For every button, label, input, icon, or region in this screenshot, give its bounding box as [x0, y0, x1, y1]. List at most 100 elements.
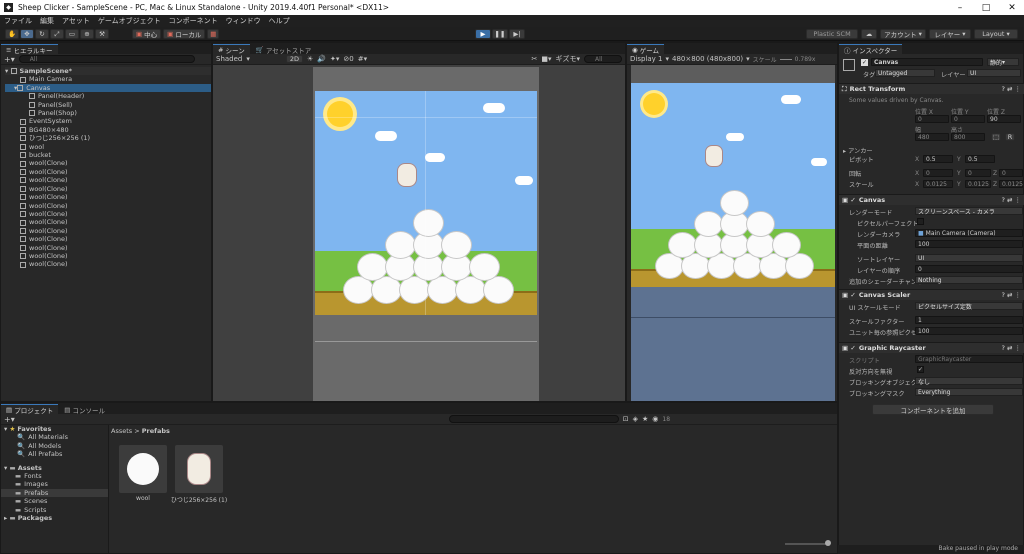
rect-transform-header[interactable]: ⛶ Rect Transform ? ⇄ ⋮	[839, 83, 1024, 94]
sc-y-field[interactable]: 0.0125	[965, 180, 991, 188]
component-menu-icon[interactable]: ? ⇄ ⋮	[1001, 196, 1021, 204]
breadcrumb-assets[interactable]: Assets	[111, 427, 132, 435]
canvas-component-header[interactable]: ▣ ✓ Canvas ? ⇄ ⋮	[839, 194, 1024, 205]
hierarchy-item[interactable]: wool(Clone)	[5, 235, 211, 243]
pos-x-field[interactable]: 0	[915, 115, 949, 123]
pos-y-field[interactable]: 0	[951, 115, 985, 123]
menu-assets[interactable]: アセット	[62, 16, 90, 26]
custom-tool-icon[interactable]: ⚒	[95, 29, 109, 39]
effects-icon[interactable]: ✦▾	[330, 55, 339, 63]
menu-gameobject[interactable]: ゲームオブジェクト	[98, 16, 161, 26]
resolution-dropdown[interactable]: 480×800 (480x800)	[672, 55, 743, 63]
pos-z-field[interactable]: 90	[987, 115, 1021, 123]
hierarchy-item[interactable]: BG480×480	[5, 126, 211, 134]
menu-file[interactable]: ファイル	[4, 16, 32, 26]
menu-help[interactable]: ヘルプ	[269, 16, 290, 26]
hierarchy-item[interactable]: wool(Clone)	[5, 260, 211, 268]
scale-mode-dropdown[interactable]: ピクセルサイズ定数	[915, 302, 1023, 311]
blocking-mask-dropdown[interactable]: Everything	[915, 388, 1023, 396]
anchor-foldout[interactable]: ▸ アンカー	[843, 146, 873, 155]
create-plus-icon[interactable]: +▾	[4, 55, 15, 64]
menu-component[interactable]: コンポーネント	[169, 16, 218, 26]
visibility-icon[interactable]: ◉	[652, 415, 658, 423]
canvas-scaler-header[interactable]: ▣ ✓ Canvas Scaler ? ⇄ ⋮	[839, 289, 1024, 300]
fav-item[interactable]: 🔍 All Models	[1, 442, 108, 450]
scene-search[interactable]: All	[584, 55, 622, 63]
wool-clone-sprite[interactable]	[385, 231, 416, 259]
minimize-button[interactable]: –	[948, 0, 972, 15]
wool-clone-sprite[interactable]	[668, 231, 697, 258]
hierarchy-item[interactable]: wool(Clone)	[5, 202, 211, 210]
hierarchy-item[interactable]: Panel(Shop)	[5, 109, 211, 117]
hierarchy-item[interactable]: wool(Clone)	[5, 227, 211, 235]
sorting-layer-dropdown[interactable]: UI	[915, 254, 1023, 262]
console-tab[interactable]: ▤ コンソール	[59, 404, 110, 415]
close-button[interactable]: ✕	[1000, 0, 1024, 15]
wool-clone-sprite[interactable]	[720, 190, 749, 217]
shading-dropdown[interactable]: Shaded	[216, 55, 242, 63]
prefab-thumbnail[interactable]	[119, 445, 167, 493]
transform-tool-icon[interactable]: ⊕	[80, 29, 94, 39]
hidden-objects-icon[interactable]: ⊘0	[343, 55, 353, 63]
object-name-field[interactable]: Canvas	[871, 58, 983, 66]
hand-tool-icon[interactable]: ✋	[5, 29, 19, 39]
hierarchy-item[interactable]: ▾ Canvas	[5, 83, 211, 93]
breadcrumb-prefabs[interactable]: Prefabs	[142, 427, 170, 435]
zoom-slider-thumb[interactable]	[825, 540, 831, 546]
raw-edit-button[interactable]: R	[1005, 133, 1015, 141]
hierarchy-item[interactable]: ひつじ256×256 (1)	[5, 134, 211, 142]
tools-icon[interactable]: ✂	[531, 55, 537, 63]
search-by-type-icon[interactable]: ⊡	[623, 415, 629, 423]
menu-edit[interactable]: 編集	[40, 16, 54, 26]
packages-folder[interactable]: ▸ ▬ Packages	[1, 514, 108, 522]
fav-item[interactable]: 🔍 All Prefabs	[1, 450, 108, 458]
component-menu-icon[interactable]: ? ⇄ ⋮	[1001, 291, 1021, 299]
hierarchy-item[interactable]: wool(Clone)	[5, 168, 211, 176]
hierarchy-item[interactable]: Main Camera	[5, 75, 211, 83]
camera-icon[interactable]: ■▾	[541, 55, 551, 63]
scene-viewport[interactable]	[213, 65, 625, 401]
ignore-reversed-checkbox[interactable]: ✓	[917, 366, 924, 373]
rot-y-field[interactable]: 0	[965, 169, 991, 177]
hierarchy-item[interactable]: wool(Clone)	[5, 210, 211, 218]
graphic-raycaster-header[interactable]: ▣ ✓ Graphic Raycaster ? ⇄ ⋮	[839, 342, 1024, 353]
hierarchy-item[interactable]: wool(Clone)	[5, 159, 211, 167]
tag-dropdown[interactable]: Untagged	[875, 69, 935, 77]
rot-z-field[interactable]: 0	[999, 169, 1023, 177]
sheep-sprite[interactable]	[397, 163, 417, 187]
wool-clone-sprite[interactable]	[694, 211, 723, 237]
hierarchy-item[interactable]: wool(Clone)	[5, 185, 211, 193]
asset-folder[interactable]: ▬ Fonts	[1, 472, 108, 480]
add-component-button[interactable]: コンポーネントを追加	[872, 404, 994, 415]
menu-window[interactable]: ウィンドウ	[226, 16, 261, 26]
hierarchy-item[interactable]: bucket	[5, 151, 211, 159]
wool-clone-sprite[interactable]	[413, 208, 444, 237]
hierarchy-item[interactable]: EventSystem	[5, 117, 211, 125]
search-by-label-icon[interactable]: ◈	[633, 415, 638, 423]
game-tab[interactable]: ◉ ゲーム	[627, 44, 665, 55]
layer-dropdown[interactable]: UI	[967, 69, 1021, 77]
audio-icon[interactable]: 🔊	[317, 55, 326, 63]
static-dropdown[interactable]: 静的 ▾	[987, 58, 1019, 67]
cloud-icon[interactable]: ☁	[861, 29, 877, 39]
project-search[interactable]	[448, 415, 619, 423]
layers-dropdown[interactable]: レイヤー ▾	[929, 29, 971, 39]
hierarchy-item[interactable]: wool(Clone)	[5, 176, 211, 184]
plastic-scm-button[interactable]: Plastic SCM	[806, 29, 858, 39]
component-menu-icon[interactable]: ? ⇄ ⋮	[1001, 344, 1021, 352]
asset-folder[interactable]: ▬ Images	[1, 480, 108, 488]
pause-button[interactable]: ❚❚	[492, 29, 508, 39]
fav-item[interactable]: 🔍 All Materials	[1, 433, 108, 441]
gizmos-dropdown[interactable]: ギズモ▾	[555, 54, 580, 64]
render-mode-dropdown[interactable]: スクリーンスペース - カメラ	[915, 207, 1023, 216]
wool-clone-sprite[interactable]	[441, 231, 472, 259]
asset-folder[interactable]: ▬ Prefabs	[1, 488, 108, 498]
play-button[interactable]: ▶	[475, 29, 491, 39]
asset-store-tab[interactable]: 🛒 アセットストア	[250, 44, 317, 55]
hierarchy-search[interactable]: All	[18, 55, 195, 63]
favorite-star-icon[interactable]: ★	[642, 415, 648, 423]
step-button[interactable]: ▶|	[509, 29, 525, 39]
hierarchy-item[interactable]: wool	[5, 143, 211, 151]
game-viewport[interactable]	[631, 65, 835, 401]
layout-dropdown[interactable]: Layout ▾	[974, 29, 1018, 39]
